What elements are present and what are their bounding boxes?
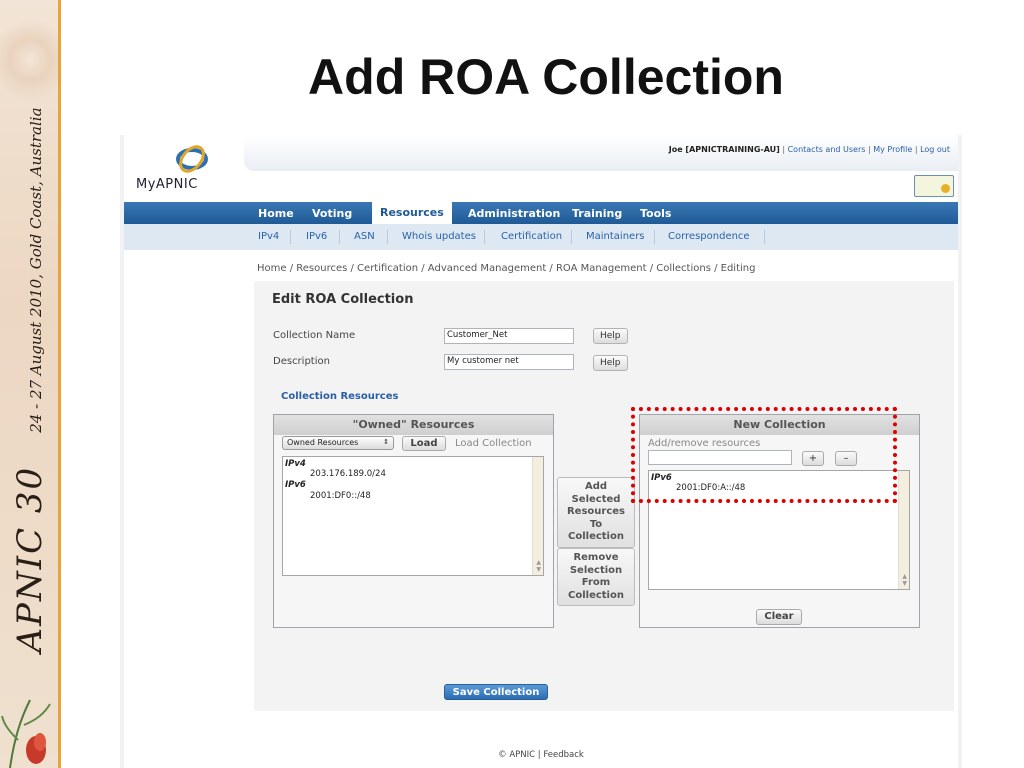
owned-resources-select-value: Owned Resources — [287, 438, 359, 447]
description-label: Description — [273, 356, 330, 367]
plant-illustration — [1, 699, 51, 768]
certificate-icon[interactable] — [914, 175, 954, 197]
collection-name-label: Collection Name — [273, 330, 356, 341]
footer: © APNIC | Feedback — [498, 750, 584, 760]
subnav-ipv6[interactable]: IPv6 — [306, 231, 327, 242]
owned-ipv4-item[interactable]: 203.176.189.0/24 — [310, 469, 386, 479]
link-my-profile[interactable]: My Profile — [873, 145, 912, 154]
owned-resources-title: "Owned" Resources — [274, 415, 553, 435]
page-title: Edit ROA Collection — [272, 292, 414, 307]
nav-home[interactable]: Home — [258, 207, 294, 220]
nav-training[interactable]: Training — [572, 207, 622, 220]
logo-text: MyAPNIC — [136, 177, 198, 192]
sidebar-divider — [58, 0, 61, 768]
nav-administration[interactable]: Administration — [468, 207, 560, 220]
owned-resources-select[interactable]: Owned Resources ⇕ — [282, 436, 394, 450]
owned-ipv6-item[interactable]: 2001:DF0::/48 — [310, 491, 371, 501]
load-collection-label: Load Collection — [455, 438, 532, 449]
event-dates: 24 - 27 August 2010, Gold Coast, Austral… — [27, 107, 45, 433]
subnav-ipv4[interactable]: IPv4 — [258, 231, 279, 242]
sidebar-text: APNIC 30 24 - 27 August 2010, Gold Coast… — [10, 107, 50, 652]
description-field[interactable]: My customer net — [444, 354, 574, 370]
owned-ipv4-header: IPv4 — [285, 459, 306, 469]
save-collection-button[interactable]: Save Collection — [444, 684, 548, 700]
link-contacts-and-users[interactable]: Contacts and Users — [788, 145, 866, 154]
link-log-out[interactable]: Log out — [920, 145, 950, 154]
scroll-arrows-icon-2: ▲ ▼ — [902, 573, 907, 587]
nav-resources[interactable]: Resources — [372, 200, 452, 224]
user-links: Joe [APNICTRAINING-AU] | Contacts and Us… — [668, 145, 950, 154]
section-title: Collection Resources — [281, 391, 399, 402]
owned-list-scrollbar[interactable]: ▲ ▼ — [532, 457, 543, 575]
slide: APNIC 30 24 - 27 August 2010, Gold Coast… — [0, 0, 1024, 768]
select-arrows-icon: ⇕ — [383, 438, 389, 446]
subnav-certification[interactable]: Certification — [501, 231, 562, 242]
nav-voting[interactable]: Voting — [312, 207, 352, 220]
subnav-asn[interactable]: ASN — [354, 231, 375, 242]
slide-title: Add ROA Collection — [308, 49, 784, 105]
add-selected-button[interactable]: Add Selected Resources To Collection — [557, 477, 635, 548]
help-button-description[interactable]: Help — [593, 355, 628, 371]
owned-ipv6-header: IPv6 — [285, 480, 306, 490]
sub-nav: IPv4 IPv6 ASN Whois updates Certificatio… — [124, 224, 958, 250]
subnav-whois-updates[interactable]: Whois updates — [402, 231, 476, 242]
owned-resources-list[interactable]: IPv4 203.176.189.0/24 IPv6 2001:DF0::/48… — [282, 456, 544, 576]
subnav-correspondence[interactable]: Correspondence — [668, 231, 750, 242]
new-list-scrollbar[interactable]: ▲ ▼ — [898, 471, 909, 589]
current-user: Joe [APNICTRAINING-AU] — [668, 145, 780, 154]
breadcrumb: Home / Resources / Certification / Advan… — [257, 263, 756, 274]
top-bar: Joe [APNICTRAINING-AU] | Contacts and Us… — [244, 135, 958, 171]
highlight-box — [631, 407, 897, 503]
collection-name-field[interactable]: Customer_Net — [444, 328, 574, 344]
nav-tools[interactable]: Tools — [640, 207, 671, 220]
help-button-name[interactable]: Help — [593, 328, 628, 344]
load-button[interactable]: Load — [402, 436, 446, 451]
clear-button[interactable]: Clear — [756, 609, 802, 625]
subnav-maintainers[interactable]: Maintainers — [586, 231, 645, 242]
remove-selection-button[interactable]: Remove Selection From Collection — [557, 548, 635, 606]
event-title: APNIC 30 — [10, 465, 50, 653]
scroll-arrows-icon: ▲ ▼ — [536, 559, 541, 573]
main-nav: Home Voting Resources Administration Tra… — [124, 200, 958, 224]
